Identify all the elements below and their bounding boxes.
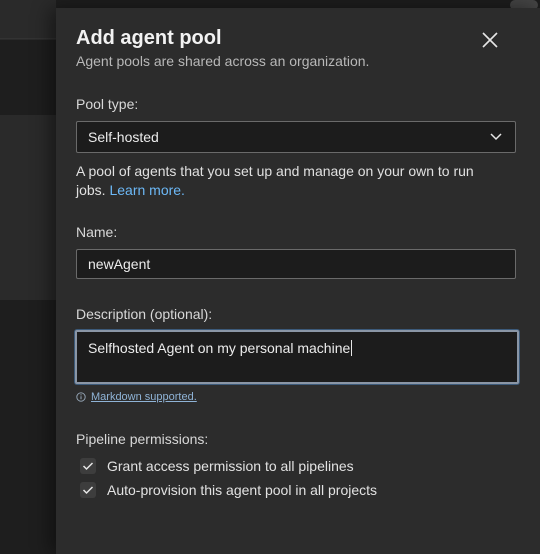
- panel-subtitle: Agent pools are shared across an organiz…: [76, 53, 370, 69]
- auto-provision-checkbox-row[interactable]: Auto-provision this agent pool in all pr…: [80, 482, 377, 498]
- pool-type-label: Pool type:: [76, 96, 139, 112]
- checkmark-icon: [82, 486, 94, 495]
- panel-title: Add agent pool: [76, 27, 222, 49]
- text-caret: [351, 340, 353, 356]
- learn-more-link[interactable]: Learn more.: [109, 182, 184, 198]
- description-label: Description (optional):: [76, 306, 213, 322]
- background-content: [0, 115, 56, 300]
- description-textarea-value: Selfhosted Agent on my personal machine: [88, 340, 353, 356]
- grant-access-label: Grant access permission to all pipelines: [107, 458, 354, 474]
- description-textarea[interactable]: Selfhosted Agent on my personal machine: [75, 330, 519, 384]
- close-button[interactable]: [478, 28, 502, 52]
- pipeline-permissions-label: Pipeline permissions:: [76, 431, 209, 447]
- background-header: [0, 0, 56, 40]
- grant-access-checkbox[interactable]: [80, 458, 96, 474]
- background-divider: [0, 38, 56, 39]
- chevron-down-icon: [490, 133, 502, 141]
- description-text: Selfhosted Agent on my personal machine: [88, 340, 351, 356]
- name-input-value: newAgent: [88, 256, 151, 272]
- name-label: Name:: [76, 224, 118, 240]
- add-agent-pool-panel: Add agent pool Agent pools are shared ac…: [56, 8, 540, 554]
- name-input[interactable]: newAgent: [76, 249, 516, 279]
- markdown-hint: Markdown supported.: [76, 391, 197, 403]
- checkmark-icon: [82, 462, 94, 471]
- auto-provision-label: Auto-provision this agent pool in all pr…: [107, 482, 378, 498]
- pool-type-dropdown[interactable]: Self-hosted: [76, 121, 516, 153]
- pool-type-description: A pool of agents that you set up and man…: [76, 162, 506, 200]
- auto-provision-checkbox[interactable]: [80, 482, 96, 498]
- grant-access-checkbox-row[interactable]: Grant access permission to all pipelines: [80, 458, 354, 474]
- info-icon: [76, 392, 86, 402]
- pool-type-selected: Self-hosted: [88, 129, 159, 145]
- markdown-supported-link[interactable]: Markdown supported.: [91, 391, 197, 403]
- close-icon: [482, 32, 498, 48]
